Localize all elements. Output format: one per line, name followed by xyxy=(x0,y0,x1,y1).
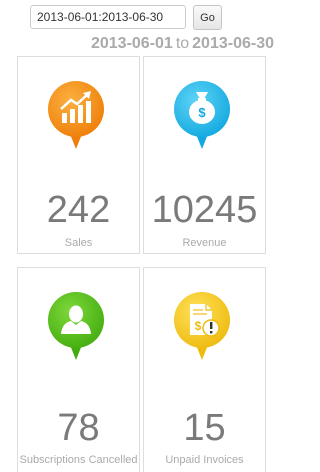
revenue-label: Revenue xyxy=(182,237,227,249)
date-range-input[interactable] xyxy=(30,5,186,29)
subscriptions-cancelled-card[interactable]: 78 Subscriptions Cancelled xyxy=(17,267,140,472)
revenue-value: 10245 xyxy=(151,189,258,231)
subscriptions-cancelled-value: 78 xyxy=(57,407,100,449)
sales-card[interactable]: 242 Sales xyxy=(17,56,140,254)
svg-text:$: $ xyxy=(195,319,202,333)
revenue-card[interactable]: $ 10245 Revenue xyxy=(143,56,266,254)
svg-text:$: $ xyxy=(198,105,206,120)
unpaid-invoices-label: Unpaid Invoices xyxy=(165,454,244,466)
date-range-heading: 2013-06-01 to 2013-06-30 xyxy=(91,35,274,53)
unpaid-invoices-card[interactable]: $ 15 Unpaid Invoices xyxy=(143,267,266,472)
subscriptions-cancelled-label: Subscriptions Cancelled xyxy=(19,454,138,466)
money-bag-icon: $ xyxy=(174,81,230,149)
bar-chart-icon xyxy=(48,81,104,149)
unpaid-invoices-value: 15 xyxy=(183,407,226,449)
range-start-date: 2013-06-01 xyxy=(90,35,173,52)
range-to-label: to xyxy=(175,35,190,52)
user-icon xyxy=(48,292,104,360)
invoice-alert-icon: $ xyxy=(174,292,230,360)
sales-label: Sales xyxy=(64,237,93,249)
sales-value: 242 xyxy=(46,189,111,231)
go-button[interactable]: Go xyxy=(193,5,222,30)
range-end-date: 2013-06-30 xyxy=(192,35,274,52)
